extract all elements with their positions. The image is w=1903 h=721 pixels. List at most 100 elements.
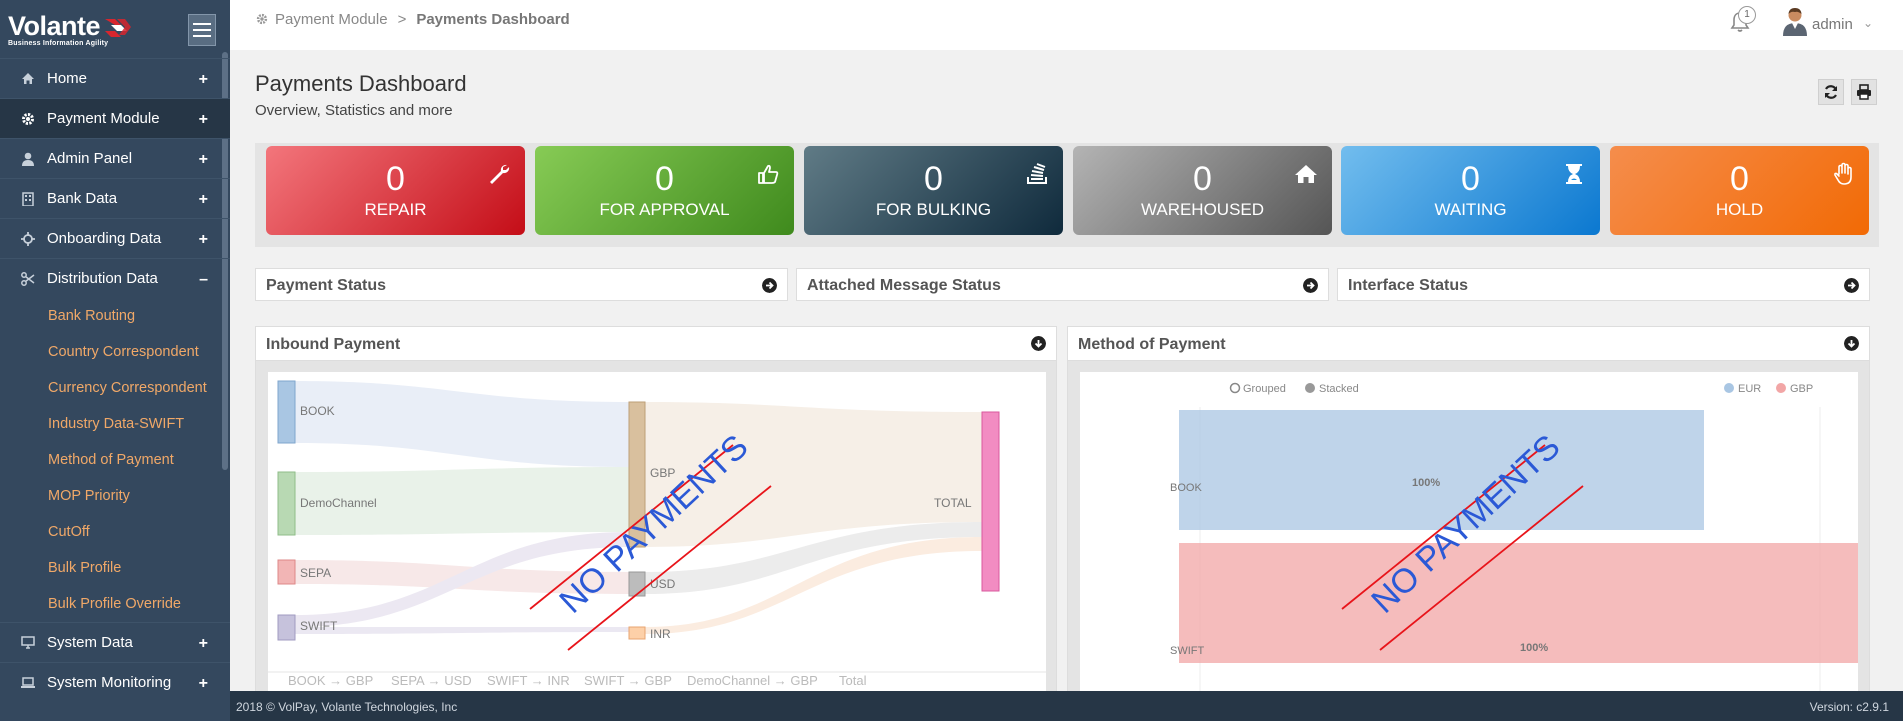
legend-label-gbp[interactable]: GBP (1790, 383, 1813, 395)
sidebar-subitem-currency-correspondent[interactable]: Currency Correspondent (0, 370, 230, 406)
expand-icon[interactable]: + (199, 675, 208, 693)
sidebar-subitem-mop-priority[interactable]: MOP Priority (0, 478, 230, 514)
menu-toggle-button[interactable] (188, 14, 216, 46)
sidebar-subitem-bulk-profile[interactable]: Bulk Profile (0, 550, 230, 586)
sankey-label-demochannel: DemoChannel (300, 496, 377, 510)
axis-label: SWIFT → INR (487, 673, 570, 688)
expand-icon[interactable]: + (199, 191, 208, 209)
arrow-right-circle-icon[interactable] (1303, 278, 1318, 293)
expand-icon[interactable]: + (199, 111, 208, 129)
sankey-label-sepa: SEPA (300, 566, 331, 580)
axis-label: SEPA → USD (391, 673, 472, 688)
panel-title: Method of Payment (1078, 336, 1226, 353)
bar-book-eur[interactable] (1179, 410, 1704, 530)
method-of-payment-panel: Method of Payment Grouped Stacked EUR GB… (1067, 326, 1878, 721)
sankey-label-total: TOTAL (934, 496, 972, 510)
arrow-down-circle-icon[interactable] (1031, 336, 1046, 351)
sidebar-item-label: Payment Module (47, 110, 160, 127)
stat-card-for-approval[interactable]: 0 FOR APPROVAL (535, 146, 794, 235)
stat-label: HOLD (1715, 200, 1764, 219)
category-label-book: BOOK (1170, 482, 1202, 494)
user-name[interactable]: admin (1812, 16, 1853, 33)
legend-swatch-eur (1724, 383, 1734, 393)
sidebar-item-admin-panel[interactable]: Admin Panel + (0, 138, 230, 178)
sidebar-subitem-cutoff[interactable]: CutOff (0, 514, 230, 550)
sidebar-item-label: Admin Panel (47, 150, 133, 167)
user-icon (20, 151, 36, 167)
toggle-stacked-label[interactable]: Stacked (1319, 383, 1359, 395)
stat-card-for-bulking[interactable]: 0 FOR BULKING (804, 146, 1063, 235)
radio-stacked[interactable] (1305, 383, 1315, 393)
building-icon (20, 191, 36, 207)
sidebar-item-distribution-data[interactable]: Distribution Data – (0, 258, 230, 298)
sidebar-subitem-industry-data-swift[interactable]: Industry Data-SWIFT (0, 406, 230, 442)
interface-status-panel[interactable]: Interface Status (1337, 268, 1870, 301)
sidebar-subitem-bank-routing[interactable]: Bank Routing (0, 298, 230, 334)
stack-icon (1027, 163, 1047, 184)
payment-status-panel[interactable]: Payment Status (255, 268, 788, 301)
sidebar-subitem-country-correspondent[interactable]: Country Correspondent (0, 334, 230, 370)
sidebar-item-label: System Monitoring (47, 674, 172, 691)
sankey-node-sepa (277, 559, 296, 585)
refresh-icon (1824, 85, 1838, 99)
stat-card-waiting[interactable]: 0 WAITING (1341, 146, 1600, 235)
sankey-chart: BOOK DemoChannel SEPA SWIFT GBP USD INR … (268, 372, 1046, 721)
page-subtitle: Overview, Statistics and more (255, 102, 453, 119)
sankey-label-inr: INR (650, 627, 671, 641)
radio-grouped[interactable] (1229, 382, 1241, 394)
thumbs-up-icon (758, 164, 779, 184)
stat-card-warehoused[interactable]: 0 WAREHOUSED (1073, 146, 1332, 235)
chevron-down-icon[interactable]: ⌄ (1863, 16, 1873, 30)
print-button[interactable] (1851, 79, 1877, 105)
legend-label-eur[interactable]: EUR (1738, 383, 1761, 395)
sidebar-subitem-bulk-profile-override[interactable]: Bulk Profile Override (0, 586, 230, 622)
expand-icon[interactable]: + (199, 231, 208, 249)
axis-label: BOOK → GBP (288, 673, 373, 688)
sankey-flow (295, 627, 629, 634)
footer-copyright: 2018 © VolPay, Volante Technologies, Inc (236, 700, 458, 714)
logo[interactable]: Volante Business Information Agility (8, 11, 133, 47)
attached-message-status-panel[interactable]: Attached Message Status (796, 268, 1329, 301)
bar-swift-gbp[interactable] (1179, 543, 1878, 663)
expand-icon[interactable]: + (199, 151, 208, 169)
toggle-grouped-label[interactable]: Grouped (1243, 383, 1286, 395)
hourglass-icon (1566, 164, 1582, 184)
sidebar-item-payment-module[interactable]: Payment Module + (0, 98, 230, 138)
breadcrumb-parent[interactable]: Payment Module (275, 11, 388, 28)
refresh-button[interactable] (1818, 79, 1844, 105)
collapse-icon[interactable]: – (199, 271, 208, 289)
arrow-down-circle-icon[interactable] (1844, 336, 1859, 351)
sidebar-item-home[interactable]: Home + (0, 58, 230, 98)
inbound-payment-panel: Inbound Payment BOOK DemoChannel SEPA SW… (255, 326, 1057, 721)
avatar[interactable] (1781, 6, 1809, 36)
arrow-right-circle-icon[interactable] (762, 278, 777, 293)
breadcrumb: Payment Module > Payments Dashboard (256, 11, 570, 28)
sidebar-item-bank-data[interactable]: Bank Data + (0, 178, 230, 218)
axis-label: SWIFT → GBP (584, 673, 672, 688)
sankey-node-swift (277, 614, 296, 641)
sankey-label-swift: SWIFT (300, 619, 338, 633)
panel-title: Payment Status (266, 277, 387, 294)
stat-label: WAREHOUSED (1140, 200, 1265, 219)
sidebar-subitem-method-of-payment[interactable]: Method of Payment (0, 442, 230, 478)
sidebar-item-label: Home (47, 70, 88, 87)
footer: 2018 © VolPay, Volante Technologies, Inc… (230, 691, 1903, 721)
stat-label: FOR APPROVAL (599, 200, 730, 219)
sidebar-item-onboarding-data[interactable]: Onboarding Data + (0, 218, 230, 258)
axis-label: Total (839, 673, 867, 688)
expand-icon[interactable]: + (199, 71, 208, 89)
gear-icon (20, 111, 36, 127)
sidebar-item-system-data[interactable]: System Data + (0, 622, 230, 662)
sidebar-item-system-monitoring[interactable]: System Monitoring + (0, 662, 230, 702)
sankey-node-inr (628, 626, 646, 640)
arrow-right-circle-icon[interactable] (1844, 278, 1859, 293)
footer-version: Version: c2.9.1 (1809, 700, 1889, 714)
expand-icon[interactable]: + (199, 635, 208, 653)
stat-label: FOR BULKING (875, 200, 992, 219)
stat-card-repair[interactable]: 0 REPAIR (266, 146, 525, 235)
sankey-label-usd: USD (650, 577, 676, 591)
stat-card-hold[interactable]: 0 HOLD (1610, 146, 1869, 235)
logo-text: Volante (8, 11, 101, 41)
page-title: Payments Dashboard (255, 71, 467, 96)
breadcrumb-current: Payments Dashboard (416, 11, 570, 28)
